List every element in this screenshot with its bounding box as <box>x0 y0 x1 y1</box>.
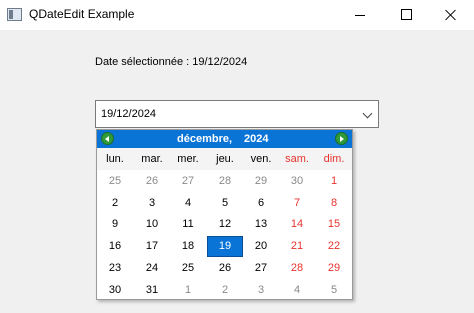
calendar-day[interactable]: 5 <box>316 280 352 301</box>
calendar-day[interactable]: 25 <box>170 258 206 279</box>
weekday-label: mer. <box>177 153 199 165</box>
calendar-popup: décembre, 2024 lun. mar. mer. jeu. ven. sam. d… <box>96 129 353 300</box>
calendar-day[interactable]: 31 <box>134 280 170 301</box>
calendar-day[interactable]: 29 <box>243 171 279 192</box>
next-month-button[interactable] <box>335 132 348 145</box>
calendar-day[interactable]: 17 <box>134 236 170 257</box>
calendar-day[interactable]: 29 <box>316 258 352 279</box>
close-button[interactable] <box>428 0 474 30</box>
calendar-day[interactable]: 3 <box>243 280 279 301</box>
calendar-day[interactable]: 3 <box>134 193 170 214</box>
weekday-label: sam. <box>285 153 309 165</box>
calendar-day[interactable]: 24 <box>134 258 170 279</box>
month-selector[interactable]: décembre, <box>177 133 232 145</box>
chevron-down-icon[interactable] <box>362 108 373 119</box>
calendar-day[interactable]: 12 <box>207 214 243 235</box>
calendar-day[interactable]: 5 <box>207 193 243 214</box>
calendar-day[interactable]: 27 <box>243 258 279 279</box>
calendar-day[interactable]: 14 <box>279 214 315 235</box>
calendar-day[interactable]: 11 <box>170 214 206 235</box>
calendar-nav-bar: décembre, 2024 <box>97 130 352 148</box>
weekday-label: ven. <box>250 153 272 165</box>
app-icon <box>7 8 22 21</box>
minimize-button[interactable] <box>337 0 383 30</box>
calendar-day[interactable]: 7 <box>279 193 315 214</box>
weekday-label: jeu. <box>216 153 234 165</box>
calendar-day[interactable]: 2 <box>97 193 133 214</box>
calendar-day[interactable]: 30 <box>97 280 133 301</box>
calendar-day[interactable]: 28 <box>279 258 315 279</box>
weekday-label: mar. <box>141 153 163 165</box>
selected-date-label: Date sélectionnée : 19/12/2024 <box>95 56 248 68</box>
calendar-day[interactable]: 1 <box>170 280 206 301</box>
calendar-day[interactable]: 25 <box>97 171 133 192</box>
calendar-day[interactable]: 22 <box>316 236 352 257</box>
weekday-label: lun. <box>106 153 124 165</box>
calendar-day[interactable]: 21 <box>279 236 315 257</box>
calendar-day[interactable]: 8 <box>316 193 352 214</box>
calendar-day[interactable]: 15 <box>316 214 352 235</box>
window-title: QDateEdit Example <box>29 7 135 21</box>
calendar-day-selected[interactable]: 19 <box>207 236 243 258</box>
year-selector[interactable]: 2024 <box>244 133 268 145</box>
date-edit-value[interactable]: 19/12/2024 <box>101 108 156 120</box>
calendar-day[interactable]: 27 <box>170 171 206 192</box>
calendar-day[interactable]: 16 <box>97 236 133 257</box>
calendar-day[interactable]: 13 <box>243 214 279 235</box>
calendar-day[interactable]: 26 <box>134 171 170 192</box>
calendar-day[interactable]: 18 <box>170 236 206 257</box>
calendar-day[interactable]: 28 <box>207 171 243 192</box>
date-edit[interactable]: 19/12/2024 <box>95 100 379 128</box>
calendar-day[interactable]: 2 <box>207 280 243 301</box>
maximize-button[interactable] <box>383 0 429 30</box>
calendar-day[interactable]: 20 <box>243 236 279 257</box>
title-bar: QDateEdit Example <box>0 0 474 30</box>
prev-month-button[interactable] <box>101 132 114 145</box>
calendar-day[interactable]: 10 <box>134 214 170 235</box>
weekday-label: dim. <box>323 153 345 165</box>
calendar-day[interactable]: 26 <box>207 258 243 279</box>
calendar-day[interactable]: 6 <box>243 193 279 214</box>
calendar-day[interactable]: 9 <box>97 214 133 235</box>
calendar-day[interactable]: 4 <box>170 193 206 214</box>
calendar-day[interactable]: 1 <box>316 171 352 192</box>
calendar-day[interactable]: 30 <box>279 171 315 192</box>
calendar-day[interactable]: 4 <box>279 280 315 301</box>
calendar-day[interactable]: 23 <box>97 258 133 279</box>
